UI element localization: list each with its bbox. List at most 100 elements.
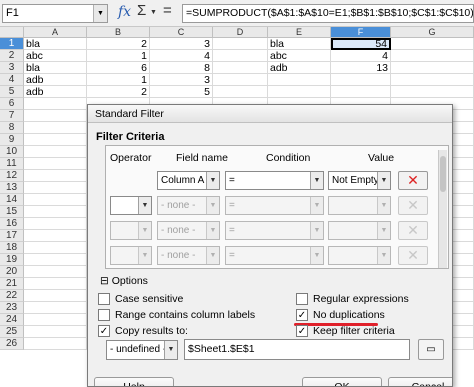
cell[interactable]: [24, 98, 87, 110]
chevron-down-icon[interactable]: ▼: [310, 222, 323, 239]
active-cell[interactable]: 54: [331, 38, 391, 50]
row-header[interactable]: 5: [0, 86, 24, 98]
value-combo-2[interactable]: ▼: [328, 196, 391, 215]
chevron-down-icon[interactable]: ▼: [150, 9, 157, 16]
row-header[interactable]: 3: [0, 62, 24, 74]
chevron-down-icon[interactable]: ▼: [310, 247, 323, 264]
field-name-select-4[interactable]: - none - ▼: [157, 246, 220, 265]
condition-select-2[interactable]: = ▼: [225, 196, 324, 215]
chevron-down-icon[interactable]: ▼: [377, 247, 390, 264]
chevron-down-icon[interactable]: ▼: [93, 5, 107, 22]
keep-filter-criteria-checkbox[interactable]: ✓: [296, 325, 308, 337]
value-combo-4[interactable]: ▼: [328, 246, 391, 265]
cell[interactable]: [24, 326, 87, 338]
cell[interactable]: [213, 50, 268, 62]
cell[interactable]: 1: [87, 74, 150, 86]
copy-results-checkbox[interactable]: ✓: [98, 325, 110, 337]
cell[interactable]: [391, 38, 474, 50]
copy-target-select[interactable]: - undefined - ▼: [106, 340, 178, 360]
cell[interactable]: 3: [150, 74, 213, 86]
row-header[interactable]: 11: [0, 158, 24, 170]
cell[interactable]: [268, 86, 331, 98]
column-header[interactable]: B: [87, 27, 150, 38]
row-header[interactable]: 14: [0, 194, 24, 206]
chevron-down-icon[interactable]: ▼: [310, 172, 323, 189]
formula-equals-icon[interactable]: =: [163, 2, 172, 19]
chevron-down-icon[interactable]: ▼: [377, 172, 390, 189]
cell[interactable]: [24, 182, 87, 194]
value-combo-3[interactable]: ▼: [328, 221, 391, 240]
cancel-button[interactable]: Cancel: [388, 377, 452, 386]
cell[interactable]: adb: [24, 86, 87, 98]
row-header[interactable]: 15: [0, 206, 24, 218]
options-expander[interactable]: ⊟ Options: [100, 275, 148, 287]
cell[interactable]: [24, 110, 87, 122]
shrink-dialog-button[interactable]: ▭: [418, 339, 444, 360]
cell[interactable]: [331, 74, 391, 86]
row-header[interactable]: 24: [0, 314, 24, 326]
chevron-down-icon[interactable]: ▼: [377, 197, 390, 214]
row-header[interactable]: 9: [0, 134, 24, 146]
remove-condition-button-4[interactable]: ✕: [398, 246, 428, 265]
cell[interactable]: bla: [24, 62, 87, 74]
field-name-select-2[interactable]: - none - ▼: [157, 196, 220, 215]
select-all-corner[interactable]: [0, 27, 24, 38]
no-duplications-checkbox[interactable]: ✓: [296, 309, 308, 321]
chevron-down-icon[interactable]: ▼: [310, 197, 323, 214]
cell[interactable]: bla: [24, 38, 87, 50]
row-header[interactable]: 2: [0, 50, 24, 62]
row-header[interactable]: 17: [0, 230, 24, 242]
row-header[interactable]: 21: [0, 278, 24, 290]
chevron-down-icon[interactable]: ▼: [138, 197, 151, 214]
column-header[interactable]: E: [268, 27, 331, 38]
row-header[interactable]: 20: [0, 266, 24, 278]
collapse-icon[interactable]: ⊟: [100, 275, 109, 287]
cell[interactable]: 2: [87, 86, 150, 98]
cell[interactable]: [24, 158, 87, 170]
row-header[interactable]: 18: [0, 242, 24, 254]
cell[interactable]: adb: [268, 62, 331, 74]
cell[interactable]: adb: [24, 74, 87, 86]
row-header[interactable]: 4: [0, 74, 24, 86]
sum-icon[interactable]: Σ: [137, 2, 146, 19]
chevron-down-icon[interactable]: ▼: [138, 247, 151, 264]
ok-button[interactable]: OK: [302, 377, 382, 386]
cell[interactable]: [24, 278, 87, 290]
cell[interactable]: [24, 134, 87, 146]
cell[interactable]: [24, 206, 87, 218]
row-header[interactable]: 26: [0, 338, 24, 350]
column-header[interactable]: C: [150, 27, 213, 38]
cell[interactable]: 5: [150, 86, 213, 98]
chevron-down-icon[interactable]: ▼: [377, 222, 390, 239]
cell[interactable]: [24, 194, 87, 206]
operator-select-4[interactable]: ▼: [110, 246, 152, 265]
cell[interactable]: [391, 74, 474, 86]
cell[interactable]: 6: [87, 62, 150, 74]
case-sensitive-checkbox[interactable]: [98, 293, 110, 305]
cell[interactable]: 3: [150, 38, 213, 50]
cell[interactable]: [391, 86, 474, 98]
function-wizard-icon[interactable]: fx: [118, 4, 131, 20]
scrollbar-thumb[interactable]: [440, 156, 446, 192]
cell[interactable]: [24, 230, 87, 242]
cell[interactable]: [24, 302, 87, 314]
cell[interactable]: [268, 74, 331, 86]
cell[interactable]: 8: [150, 62, 213, 74]
cell[interactable]: [24, 146, 87, 158]
column-header-selected[interactable]: F: [331, 27, 391, 38]
cell[interactable]: 4: [150, 50, 213, 62]
regular-expressions-checkbox[interactable]: [296, 293, 308, 305]
chevron-down-icon[interactable]: ▼: [138, 222, 151, 239]
row-header[interactable]: 22: [0, 290, 24, 302]
column-header[interactable]: A: [24, 27, 87, 38]
name-box[interactable]: F1 ▼: [2, 4, 108, 23]
cell[interactable]: abc: [24, 50, 87, 62]
row-header[interactable]: 12: [0, 170, 24, 182]
cell[interactable]: [213, 86, 268, 98]
remove-condition-button-1[interactable]: ✕: [398, 171, 428, 190]
remove-condition-button-2[interactable]: ✕: [398, 196, 428, 215]
row-header[interactable]: 23: [0, 302, 24, 314]
condition-select-1[interactable]: = ▼: [225, 171, 324, 190]
cell[interactable]: [24, 290, 87, 302]
condition-select-3[interactable]: = ▼: [225, 221, 324, 240]
